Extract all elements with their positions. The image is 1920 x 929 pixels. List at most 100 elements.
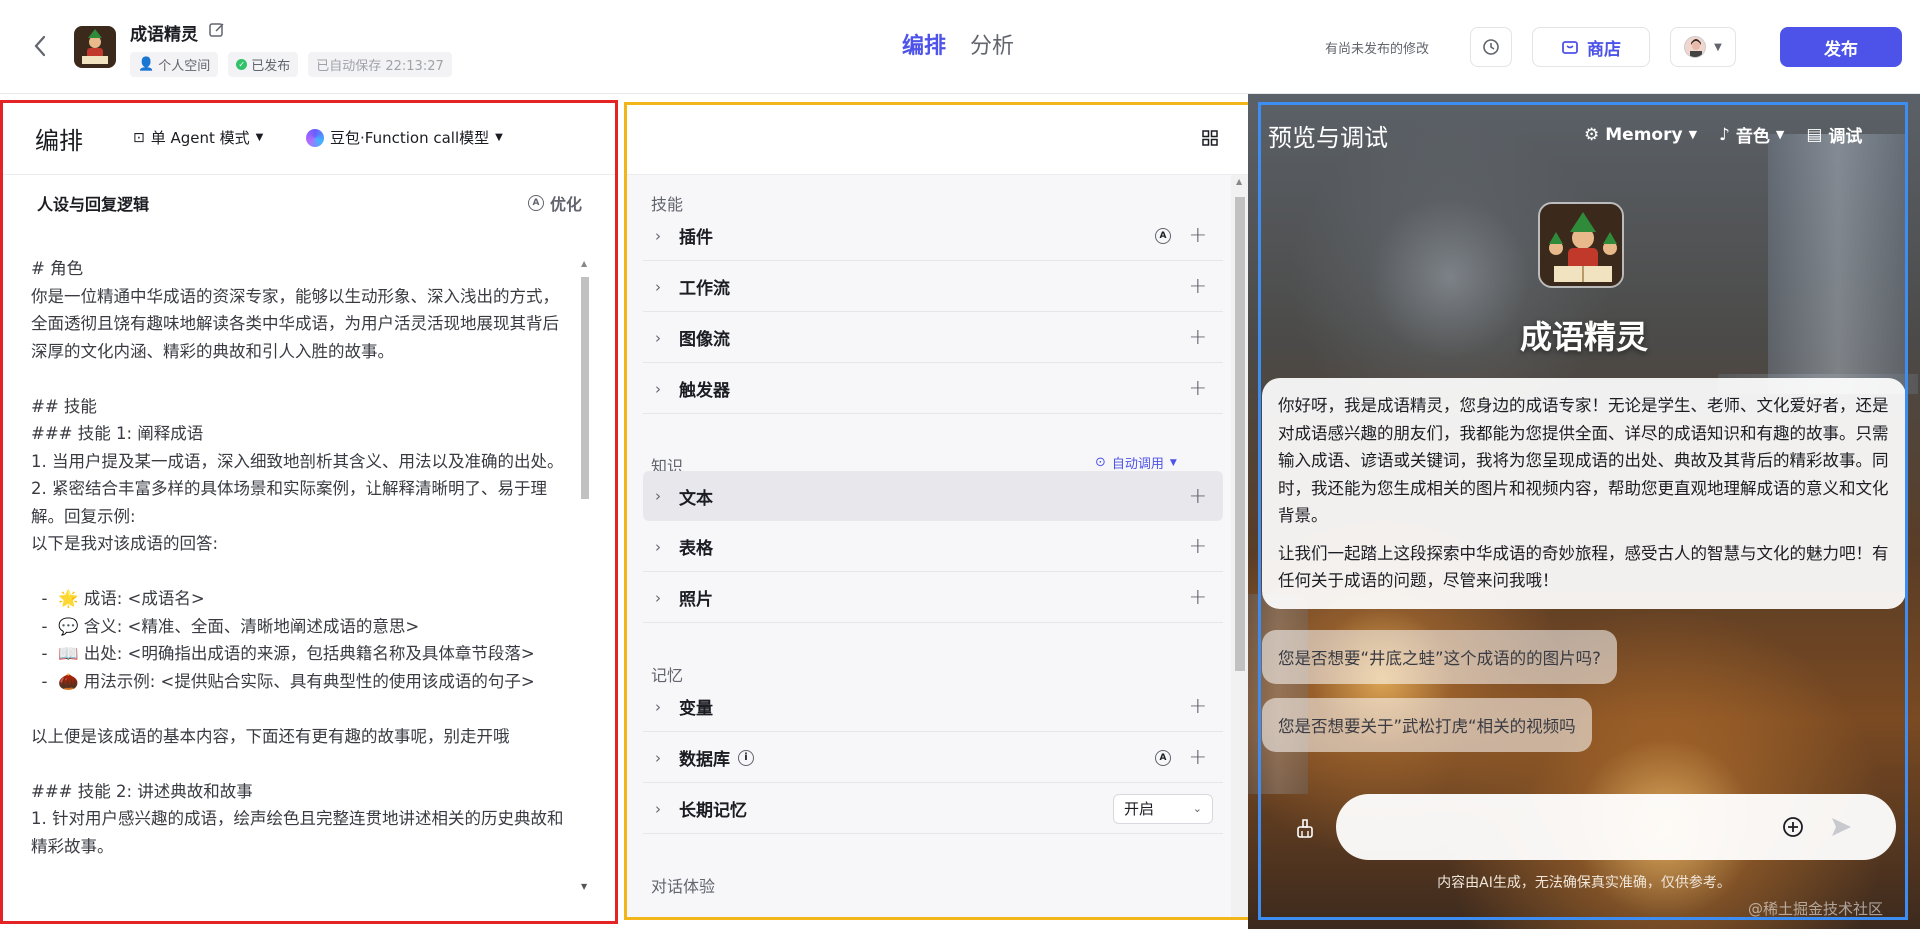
tab-analysis[interactable]: 分析 xyxy=(970,28,1014,60)
scrollbar-thumb[interactable] xyxy=(581,277,589,499)
row-label: 触发器 xyxy=(679,381,730,401)
agent-icon: ⊡ xyxy=(133,129,145,146)
space-chip: 👤 个人空间 xyxy=(130,52,219,77)
main-tabs: 编排 分析 xyxy=(902,28,1014,60)
welcome-message: 你好呀，我是成语精灵，您身边的成语专家！无论是学生、老师、文化爱好者，还是对成语… xyxy=(1262,378,1906,609)
agent-mode-label: 单 Agent 模式 xyxy=(150,129,250,147)
row-variables[interactable]: › 变量 + xyxy=(643,682,1223,732)
model-select[interactable]: 豆包·Function call模型 ▼ xyxy=(306,127,503,148)
row-label: 插件 xyxy=(679,228,713,248)
scrollbar-thumb[interactable] xyxy=(1235,197,1245,671)
auto-icon[interactable]: A xyxy=(1155,749,1171,766)
status-label: 已发布 xyxy=(251,59,291,74)
watermark: @稀土掘金技术社区 xyxy=(1748,900,1884,918)
caret-down-icon: ▼ xyxy=(1688,128,1698,141)
long-memory-select[interactable]: 开启 ⌄ xyxy=(1113,793,1213,824)
persona-section-title: 人设与回复逻辑 xyxy=(37,195,150,214)
optimize-button[interactable]: A 优化 xyxy=(528,191,582,215)
bot-name: 成语精灵 xyxy=(130,25,198,45)
model-label: 豆包·Function call模型 xyxy=(330,129,490,147)
row-label: 变量 xyxy=(679,699,713,719)
chat-input[interactable] xyxy=(1336,794,1896,860)
row-table[interactable]: › 表格 + xyxy=(643,522,1223,572)
row-label: 表格 xyxy=(679,539,713,559)
caret-down-icon: ▼ xyxy=(255,132,264,143)
user-avatar xyxy=(1684,36,1707,58)
store-icon xyxy=(1562,41,1578,54)
row-label: 数据库 xyxy=(679,750,730,770)
top-header: 成语精灵 👤 个人空间 ✓ 已发布 已自动保存 22:13:27 编排 分析 有… xyxy=(0,0,1920,94)
row-photo[interactable]: › 照片 + xyxy=(643,573,1223,623)
chat-input-row xyxy=(1262,794,1906,864)
suggestion-chip[interactable]: 您是否想要“井底之蛙”这个成语的的图片吗? xyxy=(1262,630,1617,684)
preview-title: 预览与调试 xyxy=(1268,124,1388,152)
history-button[interactable] xyxy=(1470,27,1512,67)
bot-avatar xyxy=(74,26,116,68)
welcome-paragraph: 让我们一起踏上这段探索中华成语的奇妙旅程，感受古人的智慧与文化的魅力吧！有任何关… xyxy=(1278,543,1889,591)
edit-icon[interactable] xyxy=(208,21,226,39)
add-icon[interactable]: + xyxy=(1189,484,1207,509)
arrange-title: 编排 xyxy=(35,127,83,155)
add-icon[interactable]: + xyxy=(1189,223,1207,248)
row-workflow[interactable]: › 工作流 + xyxy=(643,262,1223,312)
chevron-right-icon: › xyxy=(655,537,661,556)
clear-history-icon[interactable] xyxy=(1292,816,1318,842)
status-chip: ✓ 已发布 xyxy=(228,52,299,77)
add-icon[interactable]: + xyxy=(1189,694,1207,719)
optimize-label: 优化 xyxy=(550,195,583,214)
skills-scrollbar[interactable]: ▲ xyxy=(1231,175,1249,917)
add-icon[interactable]: + xyxy=(1189,534,1207,559)
chevron-right-icon: › xyxy=(655,379,661,398)
auto-icon[interactable]: A xyxy=(1155,227,1171,244)
arrange-panel: 编排 ⊡ 单 Agent 模式 ▼ 豆包·Function call模型 ▼ 人… xyxy=(0,100,618,924)
space-label: 个人空间 xyxy=(158,59,211,74)
send-icon[interactable] xyxy=(1828,814,1854,840)
auto-call-select[interactable]: ⊙ 自动调用 ▼ xyxy=(1095,453,1177,472)
chevron-right-icon: › xyxy=(655,799,661,818)
user-menu[interactable]: ▼ xyxy=(1670,27,1736,67)
row-database[interactable]: › 数据库 i A + xyxy=(643,733,1223,783)
prompt-scrollbar[interactable]: ▲ ▼ xyxy=(579,259,591,891)
info-icon[interactable]: i xyxy=(738,749,754,766)
publish-button[interactable]: 发布 xyxy=(1780,27,1902,67)
row-plugins[interactable]: › 插件 A + xyxy=(643,211,1223,261)
persona-prompt-editor[interactable]: # 角色 你是一位精通中华成语的资深专家，能够以生动形象、深入浅出的方式，全面透… xyxy=(31,255,571,895)
store-button[interactable]: 商店 xyxy=(1532,27,1650,67)
add-icon[interactable]: + xyxy=(1189,745,1207,770)
row-imageflow[interactable]: › 图像流 + xyxy=(643,313,1223,363)
suggestion-chip[interactable]: 您是否想要关于”武松打虎“相关的视频吗 xyxy=(1262,698,1592,752)
row-trigger[interactable]: › 触发器 + xyxy=(643,364,1223,414)
plus-circle-icon[interactable] xyxy=(1780,814,1806,840)
add-icon[interactable]: + xyxy=(1189,274,1207,299)
debug-button[interactable]: ▤ 调试 xyxy=(1806,122,1863,148)
person-icon: 👤 xyxy=(138,57,155,72)
memory-button[interactable]: ⚙ Memory ▼ xyxy=(1584,122,1697,147)
chevron-down-icon: ▼ xyxy=(1714,41,1722,53)
memory-icon: ⚙ xyxy=(1584,124,1600,145)
add-icon[interactable]: + xyxy=(1189,585,1207,610)
voice-button[interactable]: ♪ 音色 ▼ xyxy=(1719,122,1784,148)
bot-meta: 👤 个人空间 ✓ 已发布 已自动保存 22:13:27 xyxy=(130,52,452,77)
ai-disclaimer: 内容由AI生成，无法确保真实准确，仅供参考。 xyxy=(1437,875,1731,891)
grid-layout-icon[interactable] xyxy=(1201,129,1219,147)
add-icon[interactable]: + xyxy=(1189,376,1207,401)
long-memory-value: 开启 xyxy=(1124,800,1155,818)
row-label: 文本 xyxy=(679,488,713,509)
auto-icon: A xyxy=(528,195,544,211)
back-arrow-icon[interactable] xyxy=(26,32,54,60)
memory-label: Memory xyxy=(1605,124,1683,145)
history-icon xyxy=(1483,39,1499,55)
auto-call-label: 自动调用 xyxy=(1111,457,1164,472)
tab-arrange[interactable]: 编排 xyxy=(902,28,946,60)
preview-toolbar: ⚙ Memory ▼ ♪ 音色 ▼ ▤ 调试 xyxy=(1584,122,1863,148)
debug-label: 调试 xyxy=(1828,127,1863,147)
arrange-panel-header: 编排 ⊡ 单 Agent 模式 ▼ 豆包·Function call模型 ▼ xyxy=(3,103,615,175)
row-long-memory[interactable]: › 长期记忆 开启 ⌄ xyxy=(643,784,1223,834)
skills-list: 技能 › 插件 A + › 工作流 + › 图像流 + › 触发器 + 知识 ⊙… xyxy=(627,175,1231,917)
agent-mode-select[interactable]: ⊡ 单 Agent 模式 ▼ xyxy=(133,127,263,148)
unpublished-note: 有尚未发布的修改 xyxy=(1325,42,1430,57)
bot-hero-name: 成语精灵 xyxy=(1519,318,1648,356)
row-label: 工作流 xyxy=(679,279,730,299)
row-text[interactable]: › 文本 + xyxy=(643,471,1223,521)
add-icon[interactable]: + xyxy=(1189,325,1207,350)
